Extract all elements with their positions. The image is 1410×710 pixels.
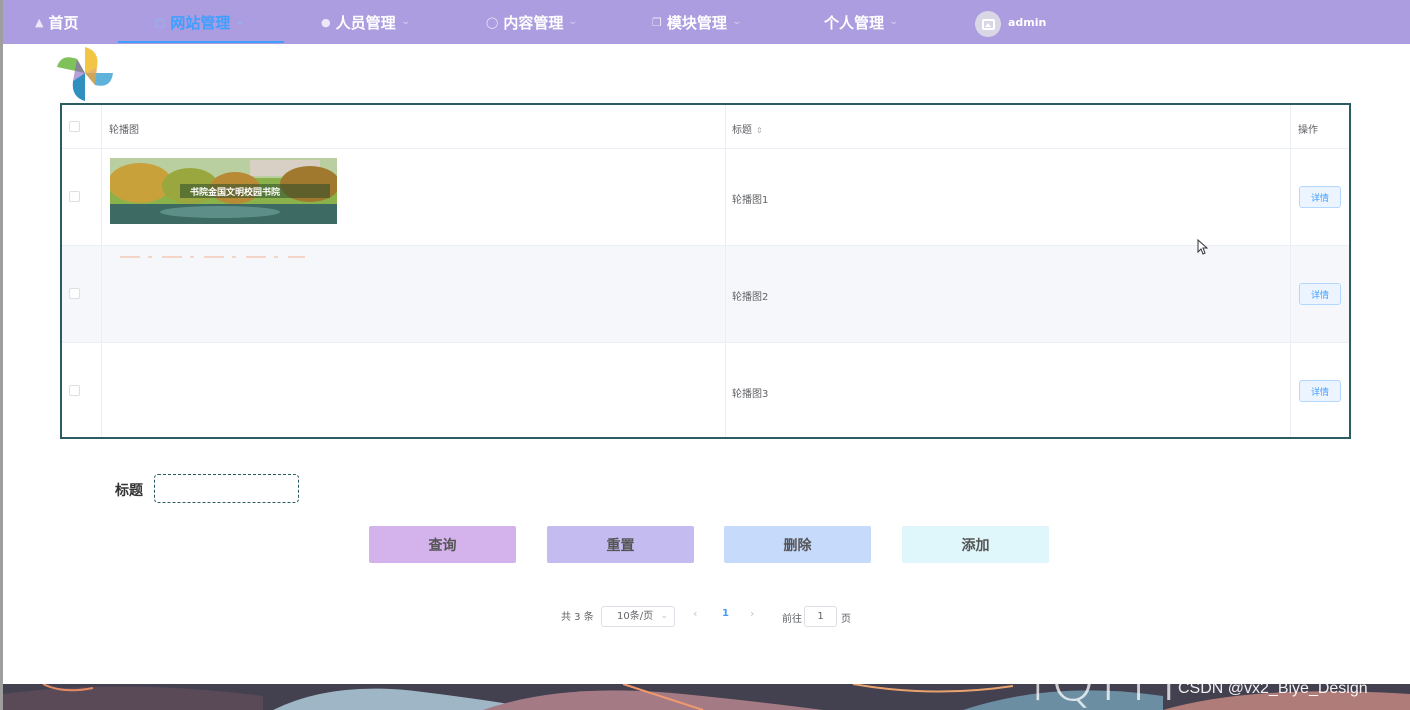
nav-item-content[interactable]: ◯ 内容管理 ⌄ [486, 0, 579, 44]
sort-icon[interactable]: ⇕ [756, 126, 763, 135]
monitor-icon: ▢ [155, 15, 166, 29]
row-title: 轮播图1 [732, 195, 769, 206]
top-nav: ▲ 首页 ▢ 网站管理 ⌄ ● 人员管理 ⌄ ◯ 内容管理 ⌄ ❐ 模块管理 ⌄… [3, 0, 1410, 44]
home-icon: ▲ [35, 15, 44, 29]
page-number-current[interactable]: 1 [722, 608, 729, 619]
header-action: 操作 [1298, 125, 1318, 136]
nav-active-indicator [118, 41, 284, 43]
column-divider [1290, 105, 1291, 437]
chevron-down-icon: ⌄ [567, 17, 579, 27]
page-suffix: 页 [841, 614, 851, 625]
nav-item-personal[interactable]: 个人管理 ⌄ [824, 0, 900, 44]
csdn-watermark: CSDN @vx2_Biye_Design [1178, 680, 1368, 697]
column-divider [725, 105, 726, 437]
nav-personal-label: 个人管理 [824, 13, 885, 32]
chevron-down-icon: ⌄ [888, 17, 900, 27]
carousel-table: 轮播图 标题 ⇕ 操作 书院金国文明校园书院 轮播图1 详情 轮播图2 详情 轮… [60, 103, 1351, 439]
select-all-checkbox[interactable] [69, 121, 80, 132]
detail-button[interactable]: 详情 [1299, 380, 1341, 402]
pagination-total: 共 3 条 [561, 612, 594, 623]
banner-caption: 书院金国文明校园书院 [190, 186, 280, 198]
image-icon [981, 18, 995, 30]
copy-icon: ❐ [652, 15, 662, 29]
search-title-label: 标题 [115, 483, 143, 499]
next-page-button[interactable]: › [750, 607, 754, 620]
broken-image-line [120, 256, 305, 258]
page-size-select[interactable]: 10条/页 ⌄ [601, 606, 675, 627]
table-row: 轮播图3 详情 [62, 343, 1349, 437]
chevron-down-icon: ⌄ [731, 17, 742, 27]
nav-site-label: 网站管理 [170, 13, 231, 32]
chat-icon: ◯ [486, 15, 499, 29]
banner-thumbnail: 书院金国文明校园书院 [110, 158, 337, 224]
header-title[interactable]: 标题 ⇕ [732, 121, 763, 136]
table-row: 轮播图2 详情 [62, 246, 1349, 343]
reset-button[interactable]: 重置 [547, 526, 694, 563]
row-title: 轮播图2 [732, 292, 769, 303]
delete-button[interactable]: 删除 [724, 526, 871, 563]
row-checkbox[interactable] [69, 191, 80, 202]
detail-button[interactable]: 详情 [1299, 186, 1341, 208]
nav-module-label: 模块管理 [666, 13, 727, 32]
nav-item-home[interactable]: ▲ 首页 [35, 0, 78, 44]
search-title-input[interactable] [154, 474, 299, 503]
goto-label: 前往 [782, 614, 802, 625]
user-name[interactable]: admin [1008, 16, 1046, 29]
nav-content-label: 内容管理 [503, 13, 564, 32]
add-button[interactable]: 添加 [902, 526, 1049, 563]
table-row: 书院金国文明校园书院 轮播图1 详情 [62, 149, 1349, 246]
iqiyi-watermark: iQIYI [1030, 646, 1182, 710]
nav-people-label: 人员管理 [335, 13, 396, 32]
nav-item-module[interactable]: ❐ 模块管理 ⌄ [652, 0, 742, 44]
prev-page-button[interactable]: ‹ [693, 607, 697, 620]
nav-item-site[interactable]: ▢ 网站管理 ⌄ [155, 0, 246, 44]
pinwheel-logo-icon [57, 47, 113, 101]
table-header: 轮播图 标题 ⇕ 操作 [62, 105, 1349, 149]
nav-home-label: 首页 [48, 13, 79, 32]
row-title: 轮播图3 [732, 389, 769, 400]
row-checkbox[interactable] [69, 385, 80, 396]
chevron-down-icon: ⌄ [660, 611, 668, 621]
avatar[interactable] [975, 11, 1001, 37]
chevron-down-icon: ⌄ [400, 17, 411, 27]
goto-page-input[interactable]: 1 [804, 606, 837, 627]
detail-button[interactable]: 详情 [1299, 283, 1341, 305]
header-image: 轮播图 [109, 125, 139, 136]
nav-item-people[interactable]: ● 人员管理 ⌄ [321, 0, 411, 44]
query-button[interactable]: 查询 [369, 526, 516, 563]
window-edge [0, 0, 3, 710]
column-divider [101, 105, 102, 437]
row-checkbox[interactable] [69, 288, 80, 299]
mouse-cursor-icon [1197, 239, 1209, 255]
page-size-value: 10条/页 [617, 611, 654, 622]
header-title-label: 标题 [732, 125, 752, 136]
user-icon: ● [321, 15, 331, 29]
chevron-down-icon: ⌄ [234, 17, 246, 27]
